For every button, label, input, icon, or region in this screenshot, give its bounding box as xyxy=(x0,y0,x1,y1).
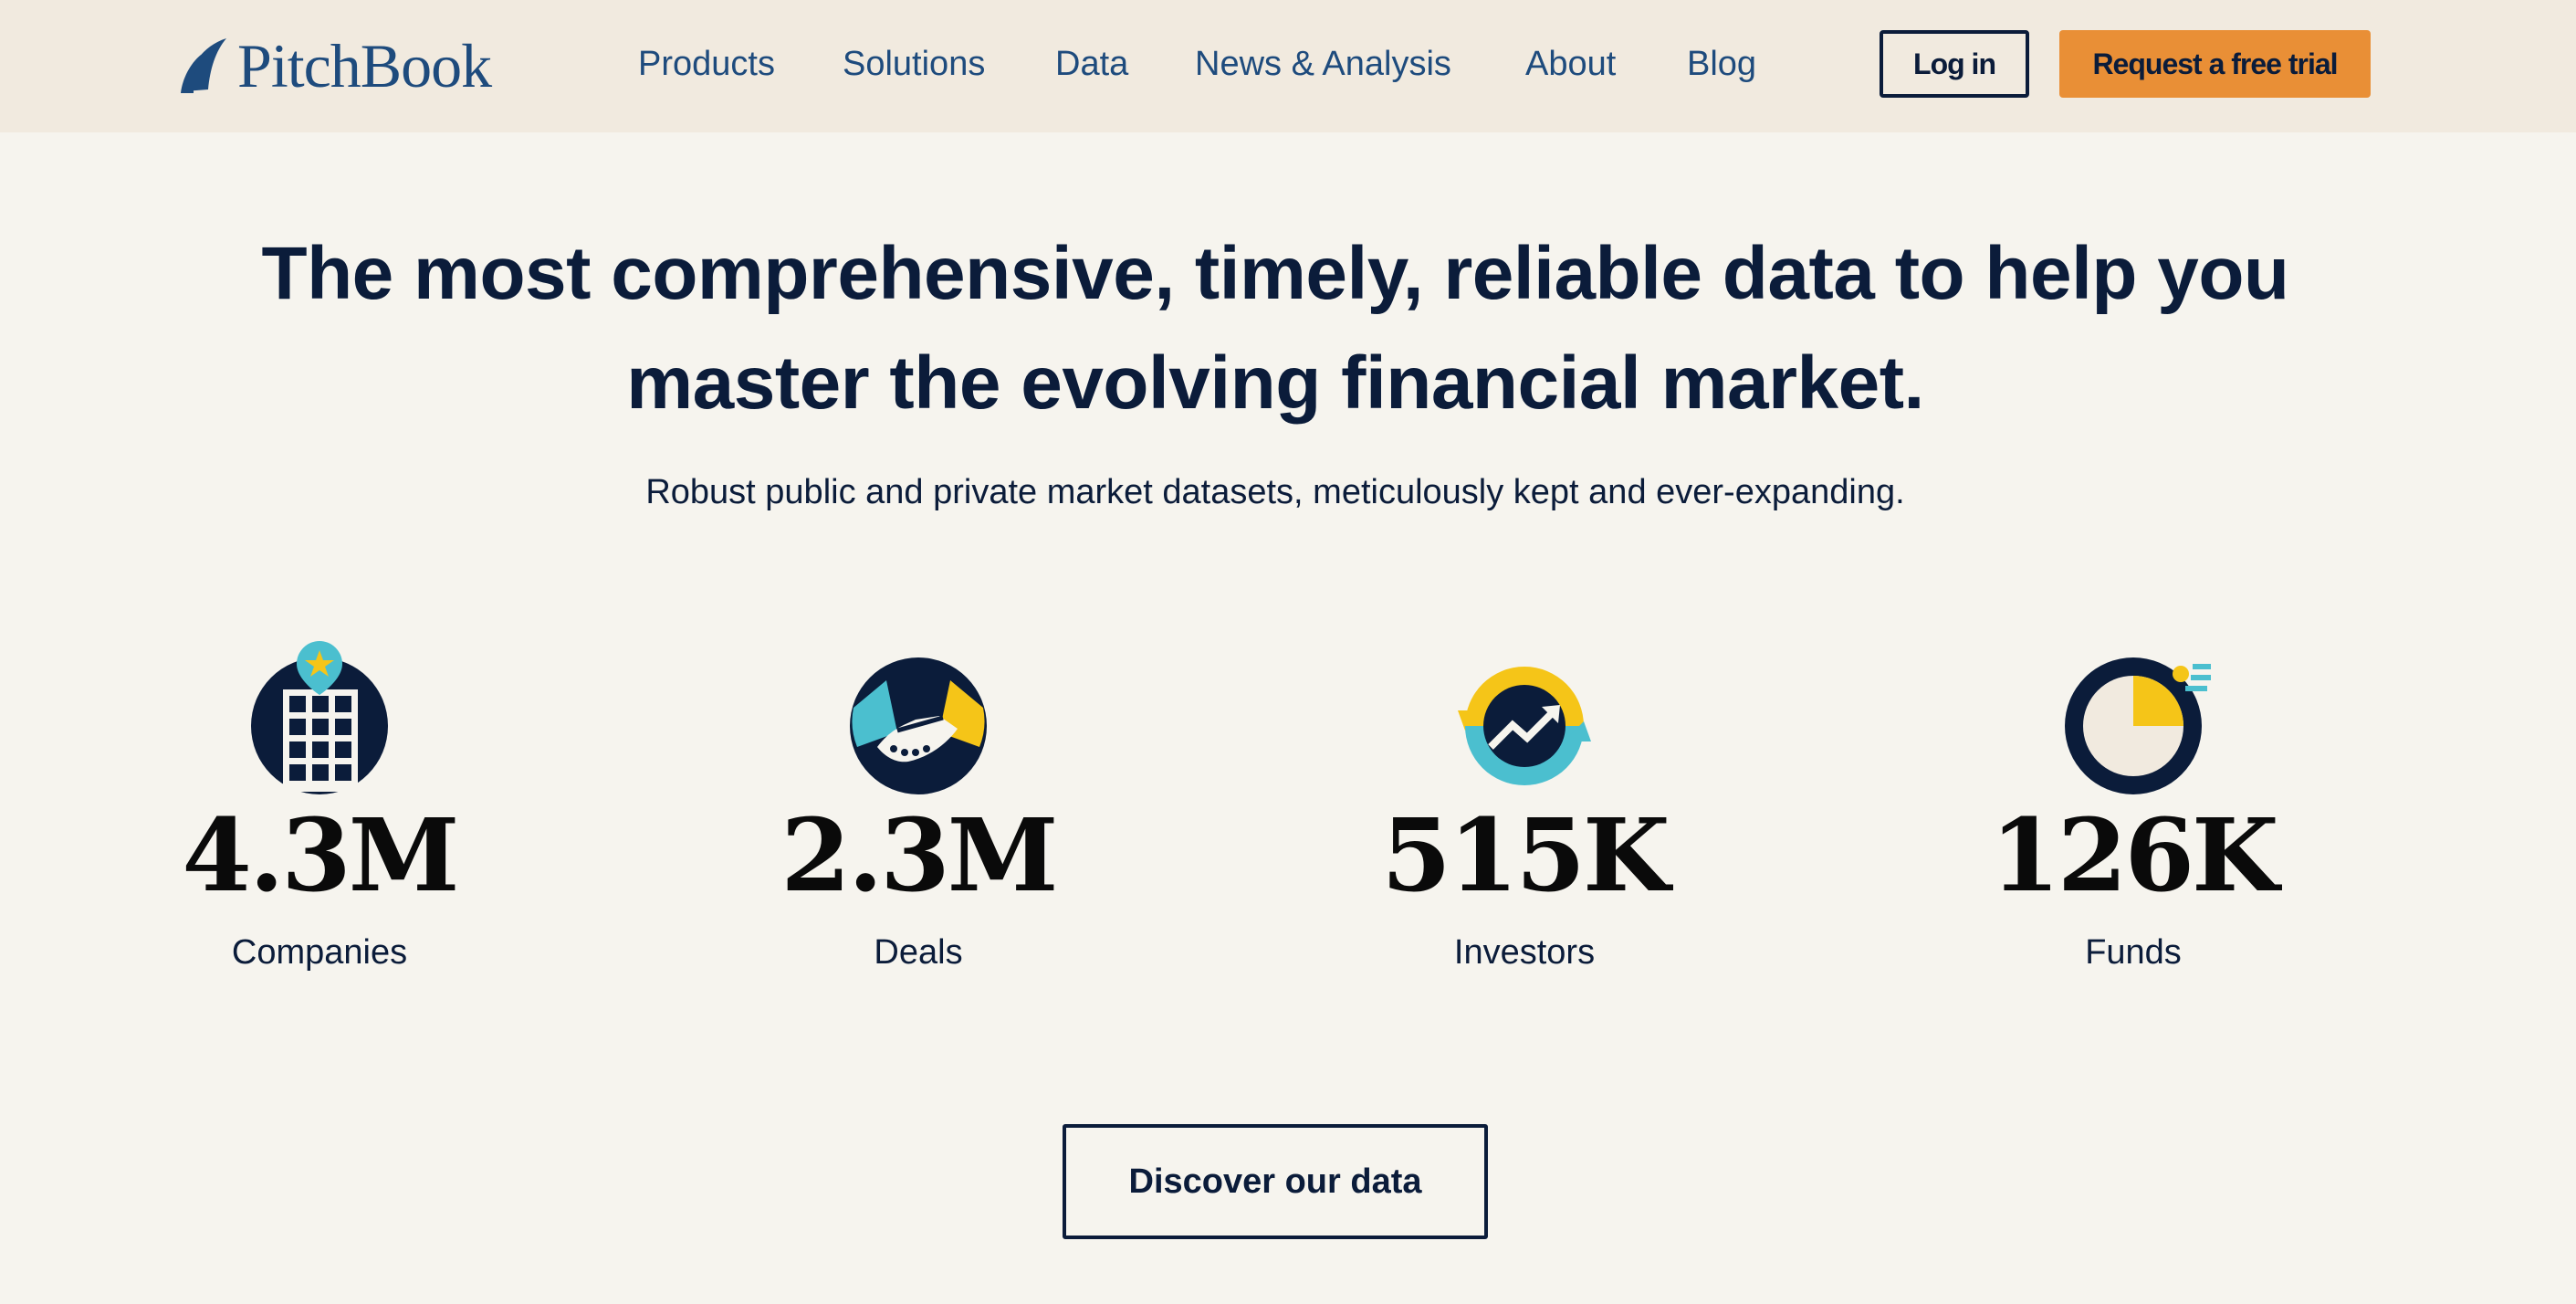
stat-companies-value: 4.3M xyxy=(182,796,459,914)
stat-deals-label: Deals xyxy=(874,933,963,972)
nav-about[interactable]: About xyxy=(1525,40,1616,88)
nav-data[interactable]: Data xyxy=(1055,40,1128,88)
hero-headline: The most comprehensive, timely, reliable… xyxy=(261,232,2289,425)
logo-wordmark: PitchBook xyxy=(237,30,492,100)
nav-news-analysis[interactable]: News & Analysis xyxy=(1195,40,1451,88)
stat-investors-value: 515K xyxy=(1381,796,1670,914)
discover-data-button[interactable]: Discover our data xyxy=(1063,1124,1488,1239)
nav-products[interactable]: Products xyxy=(638,40,775,88)
nav-blog[interactable]: Blog xyxy=(1687,40,1756,88)
stat-funds-label: Funds xyxy=(2085,933,2182,972)
pitchbook-logo[interactable]: PitchBook xyxy=(179,29,492,102)
stat-deals-value: 2.3M xyxy=(780,796,1058,914)
free-trial-button[interactable]: Request a free trial xyxy=(2059,30,2371,98)
pie-chart-icon xyxy=(2065,657,2211,794)
growth-cycle-icon xyxy=(1458,667,1591,785)
stat-funds-value: 126K xyxy=(1990,796,2278,914)
stat-investors-label: Investors xyxy=(1453,933,1596,972)
stat-funds: 126K Funds xyxy=(1951,639,2316,973)
stat-companies-label: Companies xyxy=(231,933,408,972)
site-header: PitchBook Products Solutions Data News &… xyxy=(0,0,2576,132)
stat-deals: 2.3M Deals xyxy=(736,639,1101,973)
logo-sail-icon xyxy=(181,38,226,93)
nav-solutions[interactable]: Solutions xyxy=(843,40,985,88)
stat-investors: 515K Investors xyxy=(1342,639,1707,973)
building-icon xyxy=(251,641,388,794)
stat-companies: 4.3M Companies xyxy=(137,639,502,973)
hero-subheadline: Robust public and private market dataset… xyxy=(645,473,1905,511)
login-button[interactable]: Log in xyxy=(1880,30,2029,98)
handshake-icon xyxy=(850,657,987,794)
